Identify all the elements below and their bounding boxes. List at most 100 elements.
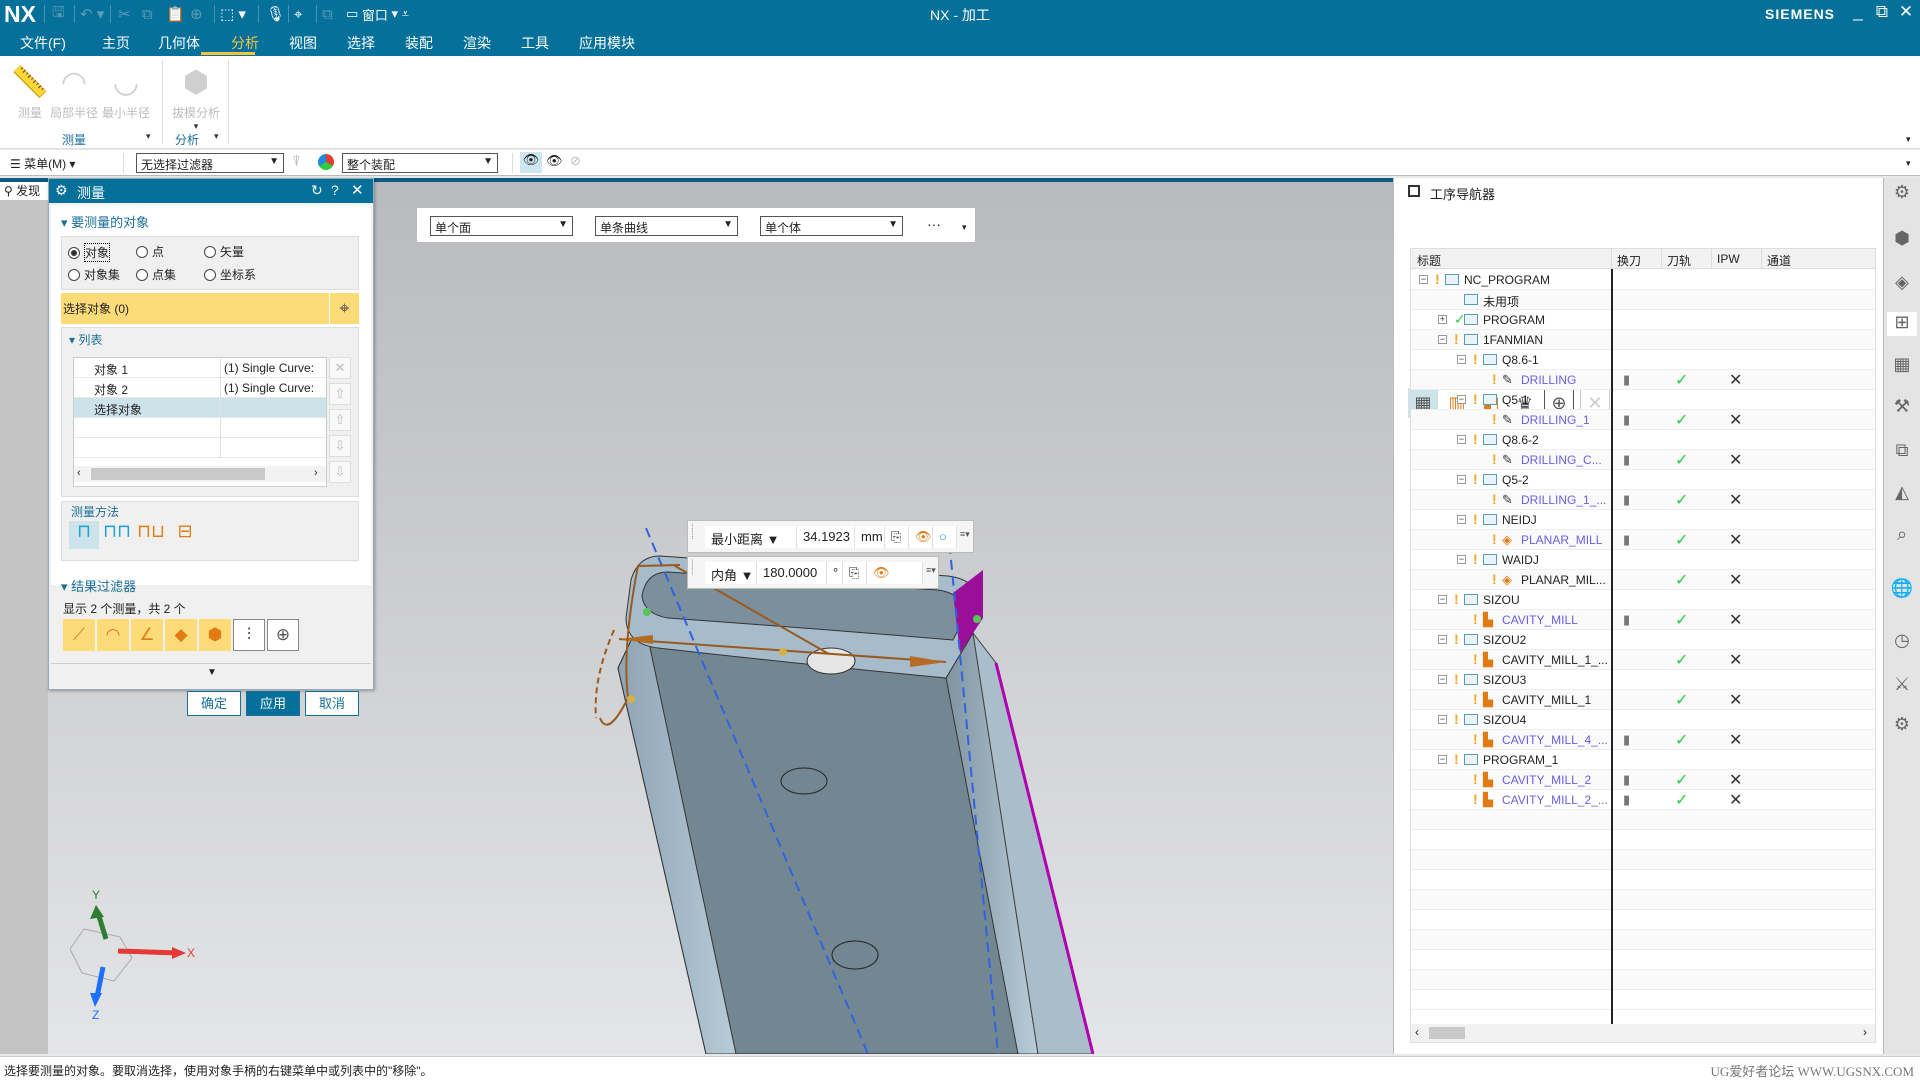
tree-row-label[interactable]: SIZOU2: [1483, 633, 1526, 647]
main-menu-button[interactable]: ☰ 菜单(M) ▾: [10, 155, 75, 172]
reset-icon[interactable]: ↻: [311, 182, 323, 199]
tree-row[interactable]: ! ✎ DRILLING ▮ ✓ ✕: [1411, 370, 1875, 390]
history-icon[interactable]: ◷: [1890, 630, 1914, 654]
tree-row-label[interactable]: CAVITY_MILL_4_...: [1502, 733, 1608, 747]
scroll-right-icon[interactable]: ›: [314, 467, 318, 479]
menu-select[interactable]: 选择: [347, 33, 375, 53]
tree-row[interactable]: −! WAIDJ: [1411, 550, 1875, 570]
filter-volume-icon[interactable]: ⬢: [199, 619, 231, 651]
tree-row[interactable]: ! ▙ CAVITY_MILL_2 ▮ ✓ ✕: [1411, 770, 1875, 790]
expand-more-icon[interactable]: ▼: [207, 667, 217, 678]
tree-row-label[interactable]: NEIDJ: [1502, 513, 1537, 527]
tree-row-label[interactable]: 未用项: [1483, 293, 1519, 310]
method-projected-icon[interactable]: ⊓⊓: [103, 521, 131, 549]
menu-tools[interactable]: 工具: [521, 33, 549, 53]
list-row[interactable]: 对象 1 (1) Single Curve:: [74, 358, 326, 378]
col-channel[interactable]: 通道: [1767, 252, 1791, 269]
tree-row-label[interactable]: DRILLING_1: [1521, 413, 1590, 427]
tree-row[interactable]: −! Q8.6-1: [1411, 350, 1875, 370]
tree-row[interactable]: ! ◈ PLANAR_MILL ▮ ✓ ✕: [1411, 530, 1875, 550]
measure-type-select[interactable]: 最小距离 ▼: [705, 526, 797, 548]
body-rule-select[interactable]: 单个体 ▼: [760, 216, 903, 236]
dialog-title-bar[interactable]: ⚙ 测量 ↻ ? ✕: [49, 179, 373, 203]
scroll-thumb[interactable]: [91, 468, 265, 480]
handle-point[interactable]: [627, 695, 635, 703]
scroll-left-icon[interactable]: ‹: [1415, 1025, 1419, 1039]
tree-row-label[interactable]: CAVITY_MILL: [1502, 613, 1578, 627]
tree-row-label[interactable]: CAVITY_MILL_2_...: [1502, 793, 1608, 807]
tree-row-label[interactable]: Q8.6-2: [1502, 433, 1539, 447]
reset-filter-icon[interactable]: ⍒: [292, 153, 301, 170]
tree-row-label[interactable]: Q5-1: [1502, 393, 1529, 407]
tree-row-label[interactable]: DRILLING_C...: [1521, 453, 1602, 467]
show-hide-icon[interactable]: 👁: [867, 562, 923, 584]
tree-row-label[interactable]: Q5-2: [1502, 473, 1529, 487]
collapse-icon[interactable]: −: [1457, 435, 1466, 444]
tree-row-label[interactable]: CAVITY_MILL_2: [1502, 773, 1591, 787]
tree-row[interactable]: ! ▙ CAVITY_MILL_1_... ✓ ✕: [1411, 650, 1875, 670]
web-browser-icon[interactable]: 🌐: [1890, 578, 1914, 602]
tree-row[interactable]: −! Q5-2: [1411, 470, 1875, 490]
process-studio-icon[interactable]: ⚙: [1890, 714, 1914, 738]
tree-row-label[interactable]: DRILLING_1_...: [1521, 493, 1606, 507]
group-measure-dropdown[interactable]: ▾: [146, 131, 151, 142]
hd3d-tools-icon[interactable]: ⌕: [1890, 524, 1914, 548]
menu-home[interactable]: 主页: [102, 33, 130, 53]
tree-row[interactable]: −! SIZOU: [1411, 590, 1875, 610]
column-splitter[interactable]: [1611, 269, 1613, 1024]
ribbon-options-icon[interactable]: ▾: [1906, 134, 1911, 145]
curve-rule-select[interactable]: 单条曲线 ▼: [595, 216, 738, 236]
move-bottom-icon[interactable]: ⇩: [329, 461, 351, 483]
system-materials-icon[interactable]: ⚔: [1890, 674, 1914, 698]
tree-row[interactable]: ! ✎ DRILLING_1_... ▮ ✓ ✕: [1411, 490, 1875, 510]
result-filter-header[interactable]: ▾ 结果过滤器: [61, 576, 136, 595]
collapse-icon[interactable]: −: [1419, 275, 1428, 284]
list-row[interactable]: 对象 2 (1) Single Curve:: [74, 378, 326, 398]
drag-handle[interactable]: ⁞ ⁞: [691, 524, 694, 542]
collapse-icon[interactable]: −: [1438, 675, 1447, 684]
menu-view[interactable]: 视图: [289, 33, 317, 53]
discover-tab[interactable]: ⚲ 发现: [0, 180, 50, 200]
collapse-icon[interactable]: −: [1457, 555, 1466, 564]
tree-row[interactable]: ! ▙ CAVITY_MILL_4_... ▮ ✓ ✕: [1411, 730, 1875, 750]
tree-row[interactable]: −! SIZOU4: [1411, 710, 1875, 730]
show-hidden-icon[interactable]: 👁: [546, 153, 563, 169]
radio-csys[interactable]: 坐标系: [204, 266, 256, 283]
method-length-icon[interactable]: ⊟: [171, 521, 199, 549]
objects-section-header[interactable]: ▾ 要测量的对象: [61, 212, 149, 231]
tree-row-label[interactable]: PROGRAM: [1483, 313, 1545, 327]
collapse-icon[interactable]: −: [1457, 355, 1466, 364]
tree-row[interactable]: ! ✎ DRILLING_C... ▮ ✓ ✕: [1411, 450, 1875, 470]
pin-icon[interactable]: [1408, 185, 1420, 197]
crosshair-select-icon[interactable]: ⌖: [329, 293, 359, 324]
show-mcs-icon[interactable]: 👁: [520, 152, 542, 173]
collapse-icon[interactable]: −: [1438, 755, 1447, 764]
type-filter-select[interactable]: 无选择过滤器 ▼: [136, 153, 284, 173]
list-section-header[interactable]: ▾ 列表: [69, 331, 102, 348]
col-name[interactable]: 标题: [1417, 252, 1441, 269]
menu-assembly[interactable]: 装配: [405, 33, 433, 53]
assembly-scope-select[interactable]: 整个装配 ▼: [342, 153, 498, 173]
menu-applications[interactable]: 应用模块: [579, 33, 635, 53]
tree-row-label[interactable]: WAIDJ: [1502, 553, 1539, 567]
tree-row[interactable]: ! ▙ CAVITY_MILL_2_... ▮ ✓ ✕: [1411, 790, 1875, 810]
tree-row-label[interactable]: CAVITY_MILL_1_...: [1502, 653, 1608, 667]
cancel-button[interactable]: 取消: [305, 691, 359, 716]
radio-object-set[interactable]: 对象集: [68, 266, 120, 283]
popup-options-icon[interactable]: ≡▾: [926, 565, 936, 576]
collapse-icon[interactable]: −: [1438, 635, 1447, 644]
method-distance-icon[interactable]: ⊓: [69, 521, 99, 549]
tree-row-label[interactable]: DRILLING: [1521, 373, 1576, 387]
minimize-button[interactable]: _: [1846, 2, 1870, 22]
tree-row[interactable]: −! 1FANMIAN: [1411, 330, 1875, 350]
tree-row-label[interactable]: Q8.6-1: [1502, 353, 1539, 367]
menu-geometry[interactable]: 几何体: [158, 33, 200, 53]
filter-clearance-icon[interactable]: ⫶: [233, 619, 265, 651]
tree-row[interactable]: ! ✎ DRILLING_1 ▮ ✓ ✕: [1411, 410, 1875, 430]
tree-row-label[interactable]: SIZOU4: [1483, 713, 1526, 727]
part-navigator-icon[interactable]: ⬢: [1890, 228, 1914, 252]
tree-row[interactable]: ! ◈ PLANAR_MIL... ✓ ✕: [1411, 570, 1875, 590]
machine-navigator-icon[interactable]: ▦: [1890, 354, 1914, 378]
tree-row-label[interactable]: PROGRAM_1: [1483, 753, 1558, 767]
angle-type-select[interactable]: 内角 ▼: [705, 562, 757, 584]
